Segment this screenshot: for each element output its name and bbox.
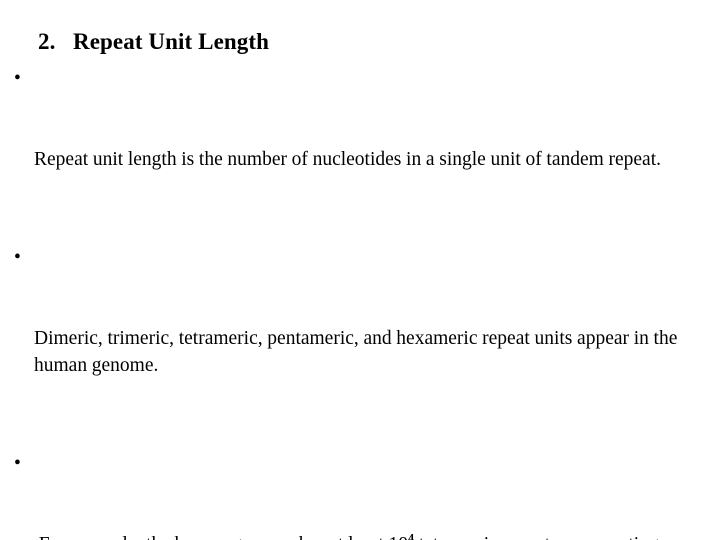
- bullet-icon: •: [14, 247, 21, 268]
- list-item-text: Dimeric, trimeric, tetrameric, pentameri…: [34, 328, 683, 376]
- bullet-list: • Repeat unit length is the number of nu…: [12, 65, 718, 540]
- page-title: 2. Repeat Unit Length: [38, 29, 270, 54]
- list-item-text-before: For example, the human genome has at lea…: [34, 534, 408, 540]
- list-item-text: Repeat unit length is the number of nucl…: [34, 149, 661, 170]
- list-item: • For example, the human genome has at l…: [12, 450, 718, 540]
- list-item-text: For example, the human genome has at lea…: [34, 531, 718, 540]
- bullet-icon: •: [14, 453, 21, 474]
- bullet-icon: •: [14, 68, 21, 89]
- list-item: • Repeat unit length is the number of nu…: [12, 65, 718, 227]
- list-item: • Dimeric, trimeric, tetrameric, pentame…: [12, 244, 718, 433]
- slide-canvas: 2. Repeat Unit Length • Repeat unit leng…: [0, 0, 720, 540]
